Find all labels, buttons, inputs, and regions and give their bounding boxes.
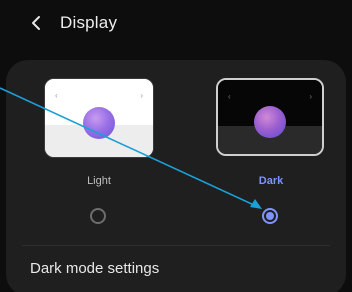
dark-theme-label: Dark <box>258 175 284 187</box>
dark-theme-radio[interactable] <box>262 208 278 224</box>
display-settings-screen: Display ‹ › Light ‹ › Dark Dark mode set… <box>0 0 352 292</box>
light-theme-label: Light <box>87 175 111 187</box>
theme-card: ‹ › Light ‹ › Dark Dark mode settings <box>6 60 346 292</box>
dark-mode-settings-label: Dark mode settings <box>30 260 160 277</box>
mini-chevron-left-icon: ‹ <box>55 91 58 100</box>
light-theme-radio[interactable] <box>90 208 106 224</box>
dark-theme-option[interactable]: ‹ › Dark <box>216 78 326 238</box>
chevron-left-icon <box>32 16 40 30</box>
light-theme-option[interactable]: ‹ › Light <box>44 78 154 238</box>
preview-orb-icon <box>254 106 286 138</box>
header-bar: Display <box>0 0 352 50</box>
mini-chevron-right-icon: › <box>140 91 143 100</box>
dark-theme-preview[interactable]: ‹ › <box>216 78 324 156</box>
mini-chevron-left-icon: ‹ <box>228 92 231 101</box>
mini-chevron-right-icon: › <box>309 92 312 101</box>
dark-mode-settings-item[interactable]: Dark mode settings <box>6 246 346 290</box>
preview-orb-icon <box>83 107 115 139</box>
page-title: Display <box>60 13 118 32</box>
back-button[interactable] <box>26 10 48 36</box>
light-theme-preview[interactable]: ‹ › <box>44 78 154 158</box>
